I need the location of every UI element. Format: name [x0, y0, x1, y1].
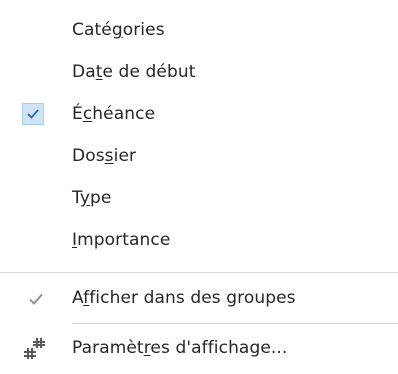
menu-item-due-date[interactable]: Échéance	[0, 94, 398, 134]
menu-item-label: Échéance	[72, 104, 156, 124]
menu-item-label: Paramètres d'affichage...	[72, 338, 288, 358]
menu-item-label: Dossier	[72, 146, 137, 166]
menu-separator	[72, 323, 398, 324]
menu-item-label: Date de début	[72, 62, 196, 82]
menu-item-importance[interactable]: Importance	[0, 220, 398, 260]
checkbox-checked-icon	[22, 103, 44, 125]
menu-item-start-date[interactable]: Date de début	[0, 52, 398, 92]
menu-item-label: Importance	[72, 230, 171, 250]
menu-item-type[interactable]: Type	[0, 178, 398, 218]
menu-item-folder[interactable]: Dossier	[0, 136, 398, 176]
checkmark-icon	[29, 293, 43, 305]
menu-item-categories[interactable]: Catégories	[0, 10, 398, 50]
menu-item-label: Catégories	[72, 20, 165, 40]
menu-separator	[0, 272, 398, 273]
arrange-by-context-menu: Catégories Date de début Échéance Dossie…	[0, 0, 398, 374]
menu-item-label: Afficher dans des groupes	[72, 288, 296, 308]
menu-item-label: Type	[72, 188, 112, 208]
menu-item-view-settings[interactable]: Paramètres d'affichage...	[0, 328, 398, 368]
view-settings-icon	[24, 338, 45, 359]
menu-item-show-in-groups[interactable]: Afficher dans des groupes	[0, 278, 398, 318]
